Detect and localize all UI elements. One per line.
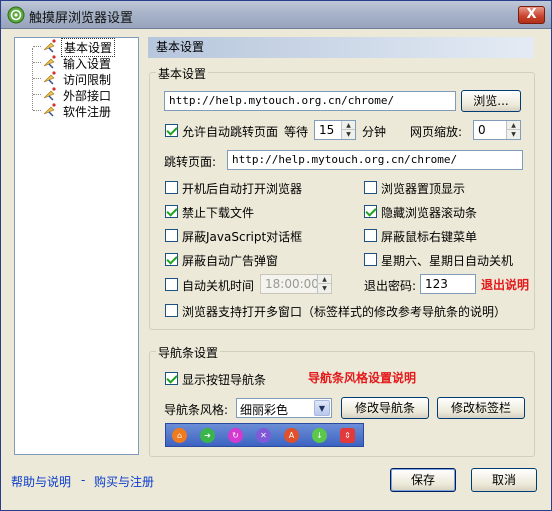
window-title: 触摸屏浏览器设置: [29, 11, 134, 26]
jump-page-label: 跳转页面:: [164, 155, 217, 169]
exit-password-label: 退出密码:: [364, 279, 417, 293]
auto-jump-checkbox[interactable]: [165, 124, 178, 137]
block-popup-label: 屏蔽自动广告弹窗: [182, 254, 279, 268]
tree-item-basic-settings[interactable]: 基本设置: [33, 38, 133, 57]
shutdown-time-picker[interactable]: 18:00:00 ▲ ▼: [260, 274, 332, 294]
group-title: 基本设置: [156, 65, 209, 82]
no-download-label: 禁止下载文件: [182, 206, 255, 220]
satellite-dish-icon: [43, 39, 56, 53]
zoom-label: 网页缩放:: [410, 125, 463, 139]
font-size-icon: A: [284, 428, 299, 443]
topmost-label: 浏览器置顶显示: [381, 182, 466, 196]
multi-window-checkbox[interactable]: [165, 304, 178, 317]
tree-item-external-interface[interactable]: 外部接口: [33, 86, 133, 103]
satellite-dish-icon: [43, 87, 56, 101]
arrow-down-icon[interactable]: ▼: [507, 130, 520, 139]
title-bar[interactable]: 触摸屏浏览器设置 X: [1, 1, 551, 29]
panel-header: 基本设置: [148, 37, 534, 58]
wait-minutes-stepper[interactable]: 15 ▲ ▼: [314, 120, 356, 140]
tree-item-registration[interactable]: 软件注册: [33, 102, 133, 119]
stepper-arrows[interactable]: ▲ ▼: [317, 275, 331, 293]
autostart-checkbox[interactable]: [165, 181, 178, 194]
settings-window: 触摸屏浏览器设置 X 基本设置 输入设置 访问限制 外部接口 软件注册 基本设置…: [0, 0, 552, 511]
close-icon: X: [526, 7, 537, 22]
autostart-label: 开机后自动打开浏览器: [182, 182, 303, 196]
arrow-down-icon[interactable]: ▼: [318, 284, 331, 293]
download-icon: ↓: [312, 428, 327, 443]
navbar-style-label: 导航条风格:: [164, 403, 229, 417]
multi-window-label: 浏览器支持打开多窗口（标签样式的修改参考导航条的说明）: [182, 305, 507, 319]
weekend-shutdown-label: 星期六、星期日自动关机: [381, 254, 514, 268]
stepper-arrows[interactable]: ▲ ▼: [506, 121, 520, 139]
exit-help-link[interactable]: 退出说明: [481, 276, 529, 293]
satellite-dish-icon: [43, 55, 56, 69]
navbar-style-value: 细丽彩色: [240, 403, 289, 417]
block-right-click-label: 屏蔽鼠标右键菜单: [381, 230, 478, 244]
app-logo-icon: [7, 6, 25, 24]
stepper-arrows[interactable]: ▲ ▼: [341, 121, 355, 139]
close-icon: ✕: [256, 428, 271, 443]
tree-item-label: 软件注册: [63, 105, 112, 119]
block-right-click-checkbox[interactable]: [364, 229, 377, 242]
block-js-dialog-label: 屏蔽JavaScript对话框: [182, 230, 303, 244]
navbar-preview: ⌂ ➜ ↻ ✕ A ↓ ⇕: [165, 423, 364, 447]
modify-navbar-button[interactable]: 修改导航条: [341, 397, 429, 419]
close-button[interactable]: X: [518, 6, 545, 24]
save-button[interactable]: 保存: [390, 468, 456, 492]
jump-page-url-field[interactable]: http://help.mytouch.org.cn/chrome/: [227, 150, 523, 170]
home-icon: ⌂: [172, 428, 187, 443]
footer-separator: -: [81, 473, 86, 487]
weekend-shutdown-checkbox[interactable]: [364, 253, 377, 266]
help-link[interactable]: 帮助与说明: [11, 473, 71, 490]
show-navbar-label: 显示按钮导航条: [182, 373, 267, 387]
modify-tabbar-button[interactable]: 修改标签栏: [437, 397, 525, 419]
arrow-up-icon[interactable]: ▲: [507, 121, 520, 130]
buy-register-link[interactable]: 购买与注册: [94, 473, 154, 490]
tree-item-access-limits[interactable]: 访问限制: [33, 70, 133, 87]
wait-minutes-value: 15: [319, 123, 335, 137]
group-title: 导航条设置: [156, 344, 221, 361]
shutdown-time-value: 18:00:00: [265, 277, 319, 291]
arrow-down-icon[interactable]: ▼: [342, 130, 355, 139]
homepage-url-field[interactable]: http://help.mytouch.org.cn/chrome/: [164, 91, 456, 111]
topmost-checkbox[interactable]: [364, 181, 377, 194]
arrow-up-icon[interactable]: ▲: [318, 275, 331, 284]
scroll-arrows-icon: ⇕: [340, 428, 355, 443]
browse-button[interactable]: 浏览...: [461, 90, 521, 112]
tree-item-input-settings[interactable]: 输入设置: [33, 54, 133, 71]
minutes-label: 分钟: [362, 125, 387, 139]
block-js-dialog-checkbox[interactable]: [165, 229, 178, 242]
auto-shutdown-checkbox[interactable]: [165, 278, 178, 291]
auto-shutdown-label: 自动关机时间: [182, 279, 255, 293]
chevron-down-icon[interactable]: ▼: [314, 400, 330, 416]
refresh-icon: ↻: [228, 428, 243, 443]
exit-password-field[interactable]: 123: [420, 274, 476, 294]
zoom-value: 0: [478, 123, 486, 137]
hide-scrollbar-label: 隐藏浏览器滚动条: [381, 206, 478, 220]
arrow-up-icon[interactable]: ▲: [342, 121, 355, 130]
cancel-button[interactable]: 取消: [471, 468, 537, 492]
satellite-dish-icon: [43, 71, 56, 85]
show-navbar-checkbox[interactable]: [165, 372, 178, 385]
block-popup-checkbox[interactable]: [165, 253, 178, 266]
navbar-style-select[interactable]: 细丽彩色 ▼: [236, 398, 332, 418]
no-download-checkbox[interactable]: [165, 205, 178, 218]
wait-label: 等待: [284, 125, 309, 139]
satellite-dish-icon: [43, 103, 56, 117]
zoom-stepper[interactable]: 0 ▲ ▼: [473, 120, 521, 140]
settings-tree: 基本设置 输入设置 访问限制 外部接口 软件注册: [14, 37, 139, 455]
hide-scrollbar-checkbox[interactable]: [364, 205, 377, 218]
navbar-style-help-link[interactable]: 导航条风格设置说明: [308, 369, 416, 386]
forward-icon: ➜: [200, 428, 215, 443]
auto-jump-label: 允许自动跳转页面: [182, 125, 279, 139]
